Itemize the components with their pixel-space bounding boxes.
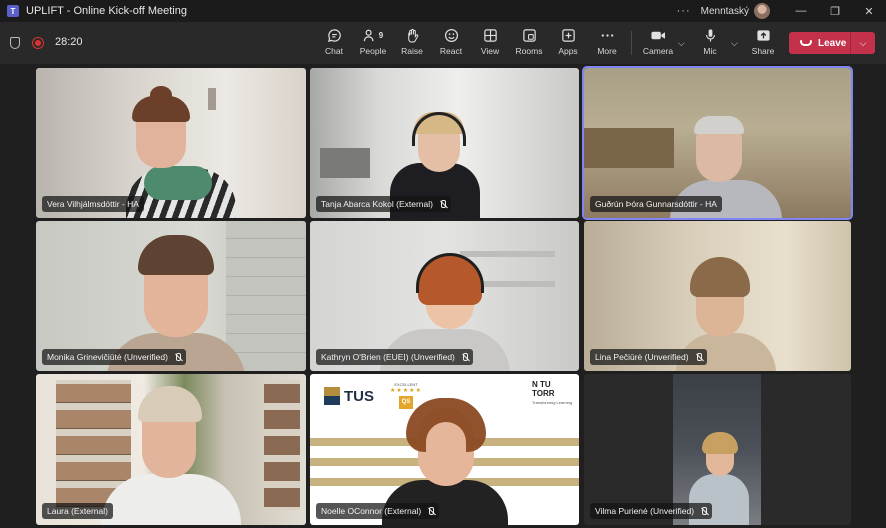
meeting-toolbar: 28:20 Chat 9 People Raise React View Roo… — [0, 22, 886, 64]
mic-muted-icon — [461, 352, 468, 362]
shield-icon[interactable] — [10, 37, 20, 49]
video-grid: Vera Vilhjálmsdóttir - HA Tanja Abarca K… — [0, 64, 886, 528]
participant-tile-noelle[interactable]: TUS EXCELLENT ★★★★★ QS N TU TORR Transfo… — [310, 374, 579, 525]
react-label: React — [439, 46, 463, 56]
more-label: More — [597, 46, 617, 56]
participant-name: Laura (External) — [47, 506, 108, 516]
camera-label: Camera — [642, 46, 674, 56]
participant-tile-vilma[interactable]: Vilma Purienė (Unverified) — [584, 374, 851, 525]
participant-name-tag: Kathryn O'Brien (EUEI) (Unverified) — [316, 349, 473, 365]
mic-options-chevron-icon[interactable]: ⌵ — [731, 38, 738, 49]
more-options-icon[interactable]: ··· — [677, 5, 691, 17]
participant-name-tag: Lina Pečiūrė (Unverified) — [590, 349, 707, 365]
people-icon: 9 — [363, 26, 383, 44]
camera-options-chevron-icon[interactable]: ⌵ — [678, 38, 685, 49]
people-label: People — [359, 46, 387, 56]
smiley-icon — [444, 26, 459, 44]
maximize-button[interactable]: ❐ — [818, 0, 852, 22]
mic-button[interactable]: Mic — [690, 26, 730, 60]
rooms-label: Rooms — [515, 46, 543, 56]
chat-label: Chat — [325, 46, 343, 56]
mic-muted-icon — [700, 506, 708, 516]
apps-button[interactable]: Apps — [548, 26, 588, 60]
camera-button[interactable]: Camera — [638, 26, 678, 60]
people-button[interactable]: 9 People — [353, 26, 393, 60]
leave-options-chevron-icon[interactable]: ⌵ — [851, 38, 875, 49]
avatar[interactable] — [754, 3, 770, 19]
hang-up-icon — [800, 40, 812, 46]
share-icon — [756, 26, 771, 44]
account-name[interactable]: Menntaský — [701, 6, 749, 17]
window-title: UPLIFT - Online Kick-off Meeting — [26, 5, 187, 17]
participant-name: Noelle OConnor (External) — [321, 506, 422, 516]
meeting-timer: 28:20 — [55, 36, 83, 48]
participant-name: Vera Vilhjálmsdóttir - HA — [47, 199, 139, 209]
tutorr-logo: N TU TORR Transforming Learning — [532, 380, 573, 405]
participant-name-tag: Laura (External) — [42, 503, 113, 519]
recording-icon — [32, 37, 44, 49]
camera-icon — [650, 26, 666, 44]
participant-name-tag: Vilma Purienė (Unverified) — [590, 503, 713, 519]
view-button[interactable]: View — [470, 26, 510, 60]
teams-logo-icon: T — [7, 5, 19, 17]
chat-button[interactable]: Chat — [314, 26, 354, 60]
mic-muted-icon — [174, 352, 181, 362]
rooms-icon — [522, 26, 537, 44]
rooms-button[interactable]: Rooms — [509, 26, 549, 60]
participant-name-tag: Tanja Abarca Kokol (External) — [316, 196, 451, 212]
microphone-icon — [703, 26, 718, 44]
participant-tile-tanja[interactable]: Tanja Abarca Kokol (External) — [310, 68, 579, 218]
hand-icon — [405, 26, 420, 44]
share-button[interactable]: Share — [743, 26, 783, 60]
view-label: View — [480, 46, 500, 56]
mic-muted-icon — [439, 199, 446, 209]
mic-muted-icon — [427, 506, 435, 516]
participant-name: Vilma Purienė (Unverified) — [595, 506, 695, 516]
participant-name-tag: Vera Vilhjálmsdóttir - HA — [42, 196, 144, 212]
participant-tile-laura[interactable]: Laura (External) — [36, 374, 306, 525]
title-bar: T UPLIFT - Online Kick-off Meeting ··· M… — [0, 0, 886, 22]
close-button[interactable]: ✕ — [852, 0, 886, 22]
participant-name-tag: Noelle OConnor (External) — [316, 503, 440, 519]
toolbar-divider — [631, 31, 632, 55]
more-dots-icon — [600, 26, 615, 44]
tus-logo: TUS — [324, 384, 384, 408]
participant-name-tag: Guðrún Þóra Gunnarsdóttir - HA — [590, 196, 722, 212]
participant-name: Lina Pečiūrė (Unverified) — [595, 352, 689, 362]
apps-icon — [561, 26, 576, 44]
apps-label: Apps — [558, 46, 578, 56]
participant-tile-lina[interactable]: Lina Pečiūrė (Unverified) — [584, 221, 851, 371]
participant-tile-vera[interactable]: Vera Vilhjálmsdóttir - HA — [36, 68, 306, 218]
grid-view-icon — [483, 26, 498, 44]
participant-tile-monika[interactable]: Monika Grinevičiūtė (Unverified) — [36, 221, 306, 371]
participant-name: Monika Grinevičiūtė (Unverified) — [47, 352, 168, 362]
participant-tile-kathryn[interactable]: Kathryn O'Brien (EUEI) (Unverified) — [310, 221, 579, 371]
more-button[interactable]: More — [587, 26, 627, 60]
participant-name: Guðrún Þóra Gunnarsdóttir - HA — [595, 199, 717, 209]
participant-name: Tanja Abarca Kokol (External) — [321, 199, 433, 209]
share-label: Share — [751, 46, 775, 56]
raise-hand-button[interactable]: Raise — [392, 26, 432, 60]
leave-button[interactable]: Leave ⌵ — [789, 32, 875, 54]
participant-name: Kathryn O'Brien (EUEI) (Unverified) — [321, 352, 455, 362]
mic-label: Mic — [703, 46, 717, 56]
raise-label: Raise — [401, 46, 423, 56]
minimize-button[interactable]: — — [784, 0, 818, 22]
chat-icon — [327, 26, 342, 44]
participant-tile-gudrun[interactable]: Guðrún Þóra Gunnarsdóttir - HA — [584, 68, 851, 218]
leave-label: Leave — [818, 37, 847, 49]
react-button[interactable]: React — [431, 26, 471, 60]
mic-muted-icon — [695, 352, 702, 362]
people-count: 9 — [378, 30, 384, 40]
participant-name-tag: Monika Grinevičiūtė (Unverified) — [42, 349, 186, 365]
